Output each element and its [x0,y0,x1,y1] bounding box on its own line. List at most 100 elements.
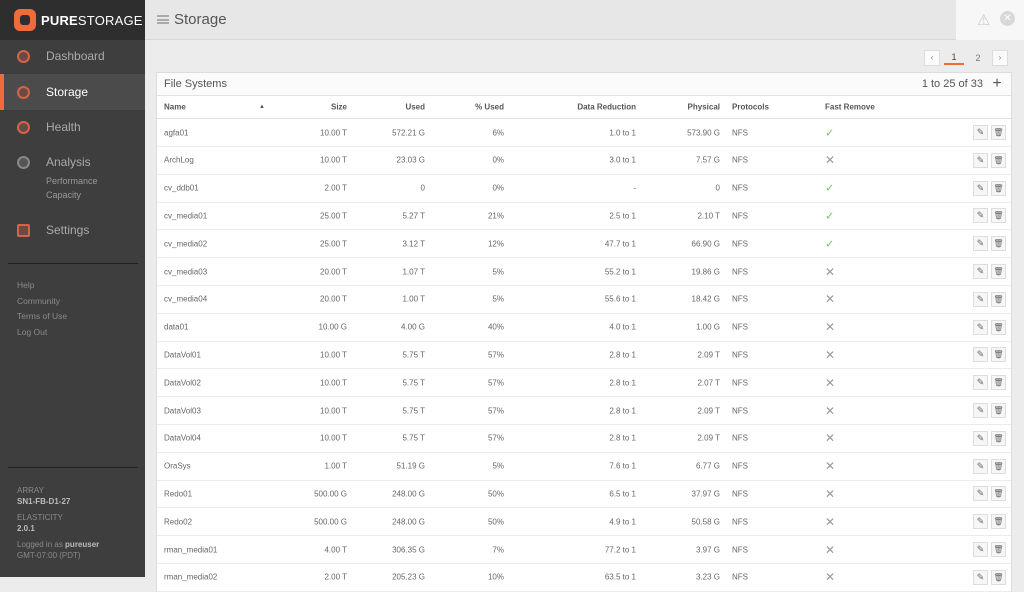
file-system-name[interactable]: cv_media04 [164,295,254,304]
file-system-name[interactable]: DataVol01 [164,350,254,359]
file-system-name[interactable]: cv_media03 [164,267,254,276]
cell: 12% [487,239,504,249]
delete-trash-icon[interactable]: 🗑 [991,542,1006,557]
table-row: DataVol01 10.00 T 5.75 T 57% 2.8 to 1 2.09 T N… [157,341,1011,370]
page-1[interactable]: 1 [944,51,964,65]
delete-trash-icon[interactable]: 🗑 [991,375,1006,391]
delete-trash-icon[interactable]: 🗑 [991,569,1006,585]
next-page-button[interactable]: › [992,50,1008,66]
sidebar-item-storage[interactable]: Storage [0,74,145,110]
cell: 57% [487,433,504,443]
edit-button[interactable]: ✎ [973,319,988,335]
sidebar-item-label: Dashboard [46,49,105,63]
delete-trash-icon[interactable]: 🗑 [991,264,1006,279]
delete-trash-icon[interactable]: 🗑 [991,291,1006,307]
table-row: data01 10.00 G 4.00 G 40% 4.0 to 1 1.00 G NFS ✕… [157,314,1011,342]
edit-button[interactable]: ✎ [973,347,988,363]
delete-trash-icon[interactable]: 🗑 [991,403,1006,418]
help-link[interactable]: Help [17,280,34,290]
edit-button[interactable]: ✎ [973,152,988,168]
column-header[interactable]: Fast Remove [825,103,895,112]
logout-link[interactable]: Log Out [17,327,47,337]
sidebar-item-settings[interactable]: Settings [0,212,145,248]
sidebar-subitem-capacity[interactable]: Capacity [46,190,81,200]
file-system-name[interactable]: Redo02 [164,517,254,526]
file-system-name[interactable]: cv_ddb01 [164,184,254,193]
delete-trash-icon[interactable]: 🗑 [991,486,1006,502]
column-header[interactable]: Used [357,103,425,112]
table-row: DataVol03 10.00 T 5.75 T 57% 2.8 to 1 2.09 T N… [157,397,1011,425]
community-link[interactable]: Community [17,296,60,306]
column-header[interactable]: Physical [652,103,720,112]
alert-warning-icon[interactable]: ⚠ [977,11,990,29]
edit-button[interactable]: ✎ [973,458,988,474]
edit-button[interactable]: ✎ [973,430,988,446]
add-file-system-button[interactable]: + [989,76,1005,92]
file-system-name[interactable]: data01 [164,323,254,332]
file-system-name[interactable]: OraSys [164,462,254,471]
edit-button[interactable]: ✎ [973,264,988,279]
delete-trash-icon[interactable]: 🗑 [991,208,1006,224]
edit-button[interactable]: ✎ [973,208,988,224]
header: Storage ⚠ ✕ [145,0,1024,40]
cell: 2.5 to 1 [609,211,636,221]
table-row: rman_media01 4.00 T 306.35 G 7% 77.2 to 1 3.9… [157,536,1011,564]
logo[interactable]: PURESTORAGE [0,0,145,40]
page-2[interactable]: 2 [968,53,988,63]
cell: NFS [732,517,748,527]
delete-trash-icon[interactable]: 🗑 [991,514,1006,530]
file-system-name[interactable]: rman_media01 [164,545,254,554]
delete-trash-icon[interactable]: 🗑 [991,319,1006,335]
menu-icon[interactable] [157,15,169,24]
cell: 5% [492,294,504,304]
column-header[interactable]: Data Reduction [547,103,636,112]
cell: NFS [732,489,748,499]
delete-trash-icon[interactable]: 🗑 [991,347,1006,363]
file-system-name[interactable]: ArchLog [164,156,254,165]
sidebar-item-analysis[interactable]: Analysis [0,144,145,180]
x-icon: ✕ [825,292,836,307]
delete-trash-icon[interactable]: 🗑 [991,430,1006,446]
file-system-name[interactable]: DataVol03 [164,406,254,415]
delete-trash-icon[interactable]: 🗑 [991,236,1006,252]
edit-button[interactable]: ✎ [973,236,988,252]
file-system-name[interactable]: Redo01 [164,489,254,498]
edit-button[interactable]: ✎ [973,375,988,391]
delete-trash-icon[interactable]: 🗑 [991,458,1006,474]
edit-button[interactable]: ✎ [973,291,988,307]
file-system-name[interactable]: DataVol02 [164,378,254,387]
delete-trash-icon[interactable]: 🗑 [991,125,1006,140]
cell: 6% [492,128,504,137]
cell: 500.00 G [314,517,347,527]
edit-button[interactable]: ✎ [973,403,988,418]
edit-button[interactable]: ✎ [973,514,988,530]
column-header[interactable]: % Used [437,103,504,112]
close-circle-icon[interactable]: ✕ [1000,11,1015,26]
sidebar-subitem-performance[interactable]: Performance [46,176,98,186]
edit-button[interactable]: ✎ [973,125,988,140]
delete-trash-icon[interactable]: 🗑 [991,152,1006,168]
edit-button[interactable]: ✎ [973,486,988,502]
file-system-name[interactable]: cv_media02 [164,239,254,248]
cell: 5.75 T [402,406,425,415]
edit-button[interactable]: ✎ [973,542,988,557]
sidebar-item-health[interactable]: Health [0,109,145,145]
edit-button[interactable]: ✎ [973,180,988,196]
edit-button[interactable]: ✎ [973,569,988,585]
file-system-name[interactable]: cv_media01 [164,211,254,220]
delete-trash-icon[interactable]: 🗑 [991,180,1006,196]
terms-link[interactable]: Terms of Use [17,311,67,321]
sort-ascending-icon[interactable]: ▲ [259,104,265,110]
cell: 20.00 T [320,267,347,276]
file-system-name[interactable]: rman_media02 [164,573,254,582]
file-system-name[interactable]: DataVol04 [164,434,254,443]
file-system-name[interactable]: agfa01 [164,128,254,137]
column-header[interactable]: Protocols [732,103,792,112]
prev-page-button[interactable]: ‹ [924,50,940,66]
sidebar: PURESTORAGE Dashboard Storage Health Ana… [0,0,145,577]
column-header[interactable]: Size [277,103,347,112]
column-header[interactable]: Name [164,103,254,112]
x-icon: ✕ [825,542,836,557]
sidebar-item-dashboard[interactable]: Dashboard [0,38,145,74]
cell: 2.8 to 1 [609,350,636,360]
